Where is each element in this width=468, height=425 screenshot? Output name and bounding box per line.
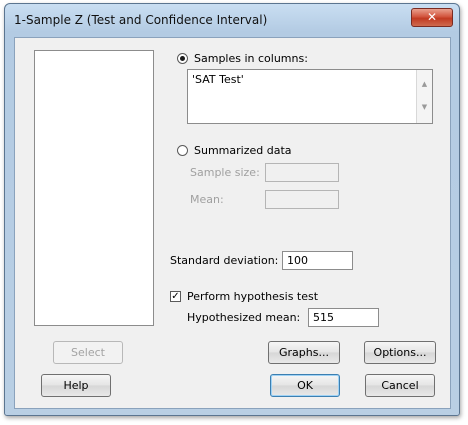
scroll-down-icon[interactable]: ▼	[417, 103, 432, 111]
standard-deviation-field[interactable]: 100	[282, 251, 353, 270]
summarized-data-option[interactable]: Summarized data	[177, 144, 292, 157]
perform-hypothesis-test-label: Perform hypothesis test	[187, 290, 319, 303]
mean-field[interactable]	[265, 190, 339, 209]
samples-in-columns-option[interactable]: Samples in columns:	[177, 52, 308, 65]
summarized-data-radio[interactable]	[177, 145, 188, 156]
dialog-window: 1-Sample Z (Test and Confidence Interval…	[4, 3, 460, 416]
scroll-up-icon[interactable]: ▲	[417, 80, 432, 88]
samples-columns-input[interactable]: 'SAT Test' ▲ ▼	[187, 69, 433, 124]
variable-list[interactable]	[34, 50, 154, 326]
perform-hypothesis-test-checkbox[interactable]: ✓	[170, 291, 181, 302]
summarized-data-label: Summarized data	[194, 144, 292, 157]
close-button[interactable]: ✕	[411, 8, 453, 27]
dialog-title: 1-Sample Z (Test and Confidence Interval…	[14, 13, 268, 27]
options-button[interactable]: Options...	[364, 341, 436, 364]
cancel-button[interactable]: Cancel	[365, 374, 435, 397]
sample-size-field[interactable]	[265, 163, 339, 182]
close-icon: ✕	[426, 10, 438, 24]
sample-size-label: Sample size:	[190, 166, 260, 179]
standard-deviation-label: Standard deviation:	[170, 254, 279, 267]
dialog-body: Samples in columns: 'SAT Test' ▲ ▼ Summa…	[14, 37, 451, 409]
ok-button[interactable]: OK	[270, 374, 340, 397]
mean-label: Mean:	[190, 193, 224, 206]
samples-in-columns-label: Samples in columns:	[194, 52, 308, 65]
hypothesized-mean-label: Hypothesized mean:	[187, 311, 301, 324]
help-button[interactable]: Help	[41, 374, 111, 397]
graphs-button[interactable]: Graphs...	[268, 341, 340, 364]
hypothesized-mean-field[interactable]: 515	[308, 308, 379, 327]
samples-in-columns-radio[interactable]	[177, 53, 188, 64]
samples-columns-value: 'SAT Test'	[192, 73, 244, 86]
samples-columns-scrollbar[interactable]: ▲ ▼	[416, 70, 432, 123]
perform-hypothesis-test-option[interactable]: ✓ Perform hypothesis test	[170, 290, 318, 303]
select-button[interactable]: Select	[53, 341, 123, 364]
